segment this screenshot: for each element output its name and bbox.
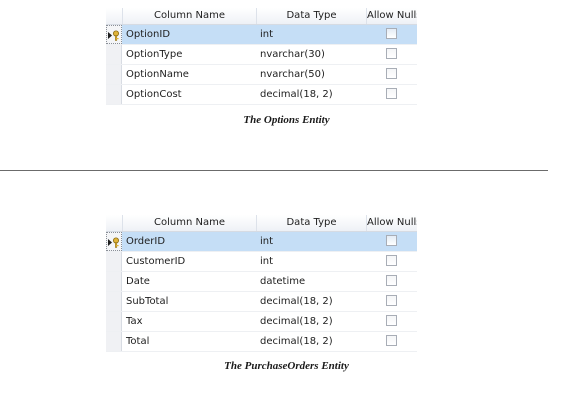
allow-nulls-header[interactable]: Allow Nulls [366,8,417,24]
table-row[interactable]: Total decimal(18, 2) [106,332,417,352]
allow-nulls-checkbox[interactable] [386,67,397,79]
table-row[interactable]: OptionID int [106,25,417,45]
allow-nulls-checkbox[interactable] [386,234,397,246]
row-selector[interactable] [106,45,122,64]
allow-nulls-checkbox[interactable] [386,314,397,326]
current-row-primary-key-icon [108,237,119,248]
column-name-cell[interactable]: Date [122,272,256,291]
row-selector[interactable] [106,252,122,271]
row-selector[interactable] [106,272,122,291]
options-table-designer: Column Name Data Type Allow Nulls Option… [106,8,417,105]
allow-nulls-cell [366,85,417,104]
allow-nulls-cell [366,252,417,271]
table-row[interactable]: CustomerID int [106,252,417,272]
data-type-cell[interactable]: int [256,232,366,251]
grid-header: Column Name Data Type Allow Nulls [106,215,417,232]
data-type-cell[interactable]: nvarchar(30) [256,45,366,64]
table-row[interactable]: OptionName nvarchar(50) [106,65,417,85]
row-selector[interactable] [106,85,122,104]
data-type-cell[interactable]: decimal(18, 2) [256,312,366,331]
row-selector[interactable] [106,332,122,351]
column-name-cell[interactable]: CustomerID [122,252,256,271]
table-row[interactable]: Tax decimal(18, 2) [106,312,417,332]
data-type-cell[interactable]: int [256,252,366,271]
current-row-primary-key-icon [108,30,119,41]
allow-nulls-checkbox[interactable] [386,294,397,306]
column-name-header[interactable]: Column Name [122,215,256,231]
allow-nulls-checkbox[interactable] [386,47,397,59]
allow-nulls-cell [366,45,417,64]
column-name-cell[interactable]: OptionCost [122,85,256,104]
data-type-cell[interactable]: decimal(18, 2) [256,85,366,104]
purchase-orders-entity-caption: The PurchaseOrders Entity [224,360,349,372]
column-name-cell[interactable]: OptionType [122,45,256,64]
data-type-cell[interactable]: decimal(18, 2) [256,332,366,351]
header-row-selector [106,215,122,231]
header-row-selector [106,8,122,24]
allow-nulls-checkbox[interactable] [386,87,397,99]
data-type-header[interactable]: Data Type [256,8,366,24]
row-selector[interactable] [106,312,122,331]
table-row[interactable]: SubTotal decimal(18, 2) [106,292,417,312]
allow-nulls-checkbox[interactable] [386,334,397,346]
row-selector[interactable] [106,25,122,44]
table-row[interactable]: Date datetime [106,272,417,292]
allow-nulls-cell [366,312,417,331]
column-name-cell[interactable]: OptionName [122,65,256,84]
allow-nulls-checkbox[interactable] [386,27,397,39]
allow-nulls-cell [366,65,417,84]
data-type-cell[interactable]: int [256,25,366,44]
row-selector[interactable] [106,65,122,84]
table-row[interactable]: OrderID int [106,232,417,252]
allow-nulls-cell [366,272,417,291]
data-type-cell[interactable]: datetime [256,272,366,291]
table-row[interactable]: OptionCost decimal(18, 2) [106,85,417,105]
allow-nulls-cell [366,232,417,251]
allow-nulls-cell [366,25,417,44]
column-name-cell[interactable]: Tax [122,312,256,331]
allow-nulls-header[interactable]: Allow Nulls [366,215,417,231]
allow-nulls-checkbox[interactable] [386,254,397,266]
column-name-header[interactable]: Column Name [122,8,256,24]
table-row[interactable]: OptionType nvarchar(30) [106,45,417,65]
row-selector[interactable] [106,232,122,251]
data-type-cell[interactable]: nvarchar(50) [256,65,366,84]
data-type-cell[interactable]: decimal(18, 2) [256,292,366,311]
column-name-cell[interactable]: SubTotal [122,292,256,311]
options-entity-caption: The Options Entity [243,114,330,126]
row-selector[interactable] [106,292,122,311]
allow-nulls-cell [366,292,417,311]
allow-nulls-checkbox[interactable] [386,274,397,286]
section-divider [0,170,548,171]
allow-nulls-cell [366,332,417,351]
data-type-header[interactable]: Data Type [256,215,366,231]
grid-header: Column Name Data Type Allow Nulls [106,8,417,25]
column-name-cell[interactable]: OrderID [122,232,256,251]
column-name-cell[interactable]: OptionID [122,25,256,44]
purchase-orders-table-designer: Column Name Data Type Allow Nulls OrderI… [106,215,417,352]
column-name-cell[interactable]: Total [122,332,256,351]
